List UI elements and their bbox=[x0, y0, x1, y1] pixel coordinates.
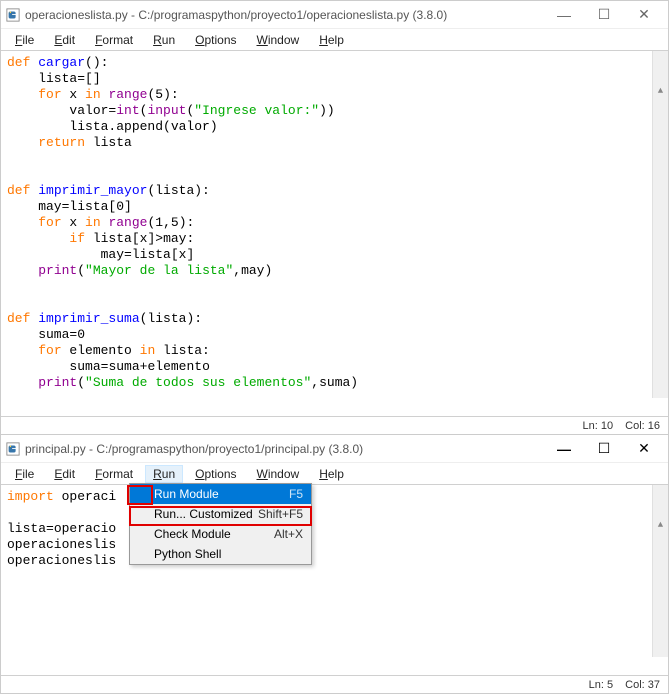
menu-item-check-module[interactable]: Check ModuleAlt+X bbox=[130, 524, 311, 544]
menu-item-label: Python Shell bbox=[154, 547, 303, 561]
menu-item-label: Check Module bbox=[154, 527, 274, 541]
code-line: print("Suma de todos sus elementos",suma… bbox=[7, 375, 662, 391]
titlebar[interactable]: principal.py - C:/programaspython/proyec… bbox=[1, 435, 668, 463]
menu-window[interactable]: Window bbox=[249, 465, 308, 483]
code-line bbox=[7, 279, 662, 295]
code-line: valor=int(input("Ingrese valor:")) bbox=[7, 103, 662, 119]
code-line: lista.append(valor) bbox=[7, 119, 662, 135]
menu-run[interactable]: Run bbox=[145, 465, 183, 483]
code-line bbox=[7, 167, 662, 183]
idle-window-principal: principal.py - C:/programaspython/proyec… bbox=[0, 434, 669, 694]
menu-edit[interactable]: Edit bbox=[46, 465, 83, 483]
menu-item-accelerator: Shift+F5 bbox=[258, 507, 303, 521]
minimize-button[interactable]: — bbox=[544, 3, 584, 27]
code-line: if lista[x]>may: bbox=[7, 231, 662, 247]
close-button[interactable]: ✕ bbox=[624, 3, 664, 27]
code-line: operacioneslis bbox=[7, 553, 662, 569]
menu-format[interactable]: Format bbox=[87, 31, 141, 49]
menu-options[interactable]: Options bbox=[187, 31, 244, 49]
code-editor[interactable]: def cargar(): lista=[] for x in range(5)… bbox=[1, 51, 668, 416]
menu-options[interactable]: Options bbox=[187, 465, 244, 483]
close-button[interactable]: ✕ bbox=[624, 437, 664, 461]
code-line: def cargar(): bbox=[7, 55, 662, 71]
code-line: lista=operacio bbox=[7, 521, 662, 537]
menu-item-run-customized[interactable]: Run... CustomizedShift+F5 bbox=[130, 504, 311, 524]
vertical-scrollbar[interactable]: ▲ bbox=[652, 51, 668, 398]
titlebar[interactable]: operacioneslista.py - C:/programaspython… bbox=[1, 1, 668, 29]
code-line: def imprimir_suma(lista): bbox=[7, 311, 662, 327]
code-line: suma=0 bbox=[7, 327, 662, 343]
code-line: for x in range(1,5): bbox=[7, 215, 662, 231]
menu-item-label: Run... Customized bbox=[154, 507, 258, 521]
status-col: Col: 16 bbox=[625, 420, 660, 432]
vertical-scrollbar[interactable]: ▲ bbox=[652, 485, 668, 657]
menu-help[interactable]: Help bbox=[311, 465, 352, 483]
statusbar: Ln: 10 Col: 16 bbox=[1, 416, 668, 434]
maximize-button[interactable]: ☐ bbox=[584, 3, 624, 27]
menu-edit[interactable]: Edit bbox=[46, 31, 83, 49]
scroll-up-button[interactable]: ▲ bbox=[653, 517, 668, 533]
menu-item-python-shell[interactable]: Python Shell bbox=[130, 544, 311, 564]
menu-run[interactable]: Run bbox=[145, 31, 183, 49]
run-menu-dropdown: Run ModuleF5Run... CustomizedShift+F5Che… bbox=[129, 483, 312, 565]
menu-item-run-module[interactable]: Run ModuleF5 bbox=[130, 484, 311, 504]
window-controls: — ☐ ✕ bbox=[544, 3, 664, 27]
menu-item-accelerator: Alt+X bbox=[274, 527, 303, 541]
idle-window-operacioneslista: operacioneslista.py - C:/programaspython… bbox=[0, 0, 669, 434]
maximize-button[interactable]: ☐ bbox=[584, 437, 624, 461]
menu-format[interactable]: Format bbox=[87, 465, 141, 483]
window-title: operacioneslista.py - C:/programaspython… bbox=[25, 8, 544, 22]
code-editor[interactable]: import operaci lista=operaciooperaciones… bbox=[1, 485, 668, 675]
menubar: FileEditFormatRunOptionsWindowHelpRun Mo… bbox=[1, 463, 668, 485]
code-line bbox=[7, 505, 662, 521]
menu-item-accelerator: F5 bbox=[289, 487, 303, 501]
code-line: for x in range(5): bbox=[7, 87, 662, 103]
window-title: principal.py - C:/programaspython/proyec… bbox=[25, 442, 544, 456]
code-line: lista=[] bbox=[7, 71, 662, 87]
menu-file[interactable]: File bbox=[7, 31, 42, 49]
code-line: print("Mayor de la lista",may) bbox=[7, 263, 662, 279]
scroll-up-button[interactable]: ▲ bbox=[653, 83, 668, 99]
menu-help[interactable]: Help bbox=[311, 31, 352, 49]
code-line: suma=suma+elemento bbox=[7, 359, 662, 375]
code-line: for elemento in lista: bbox=[7, 343, 662, 359]
minimize-button[interactable]: — bbox=[544, 437, 584, 461]
code-line: return lista bbox=[7, 135, 662, 151]
python-file-icon bbox=[5, 441, 21, 457]
window-controls: — ☐ ✕ bbox=[544, 437, 664, 461]
menu-item-label: Run Module bbox=[154, 487, 289, 501]
statusbar: Ln: 5 Col: 37 bbox=[1, 675, 668, 693]
code-line: operacioneslis bbox=[7, 537, 662, 553]
status-line: Ln: 10 bbox=[583, 420, 614, 432]
code-line: may=lista[0] bbox=[7, 199, 662, 215]
status-col: Col: 37 bbox=[625, 679, 660, 691]
code-line: import operaci bbox=[7, 489, 662, 505]
code-line: may=lista[x] bbox=[7, 247, 662, 263]
status-line: Ln: 5 bbox=[589, 679, 613, 691]
code-line: def imprimir_mayor(lista): bbox=[7, 183, 662, 199]
python-file-icon bbox=[5, 7, 21, 23]
menu-window[interactable]: Window bbox=[249, 31, 308, 49]
code-line bbox=[7, 295, 662, 311]
menubar: FileEditFormatRunOptions WindowHelp bbox=[1, 29, 668, 51]
menu-file[interactable]: File bbox=[7, 465, 42, 483]
code-line bbox=[7, 151, 662, 167]
